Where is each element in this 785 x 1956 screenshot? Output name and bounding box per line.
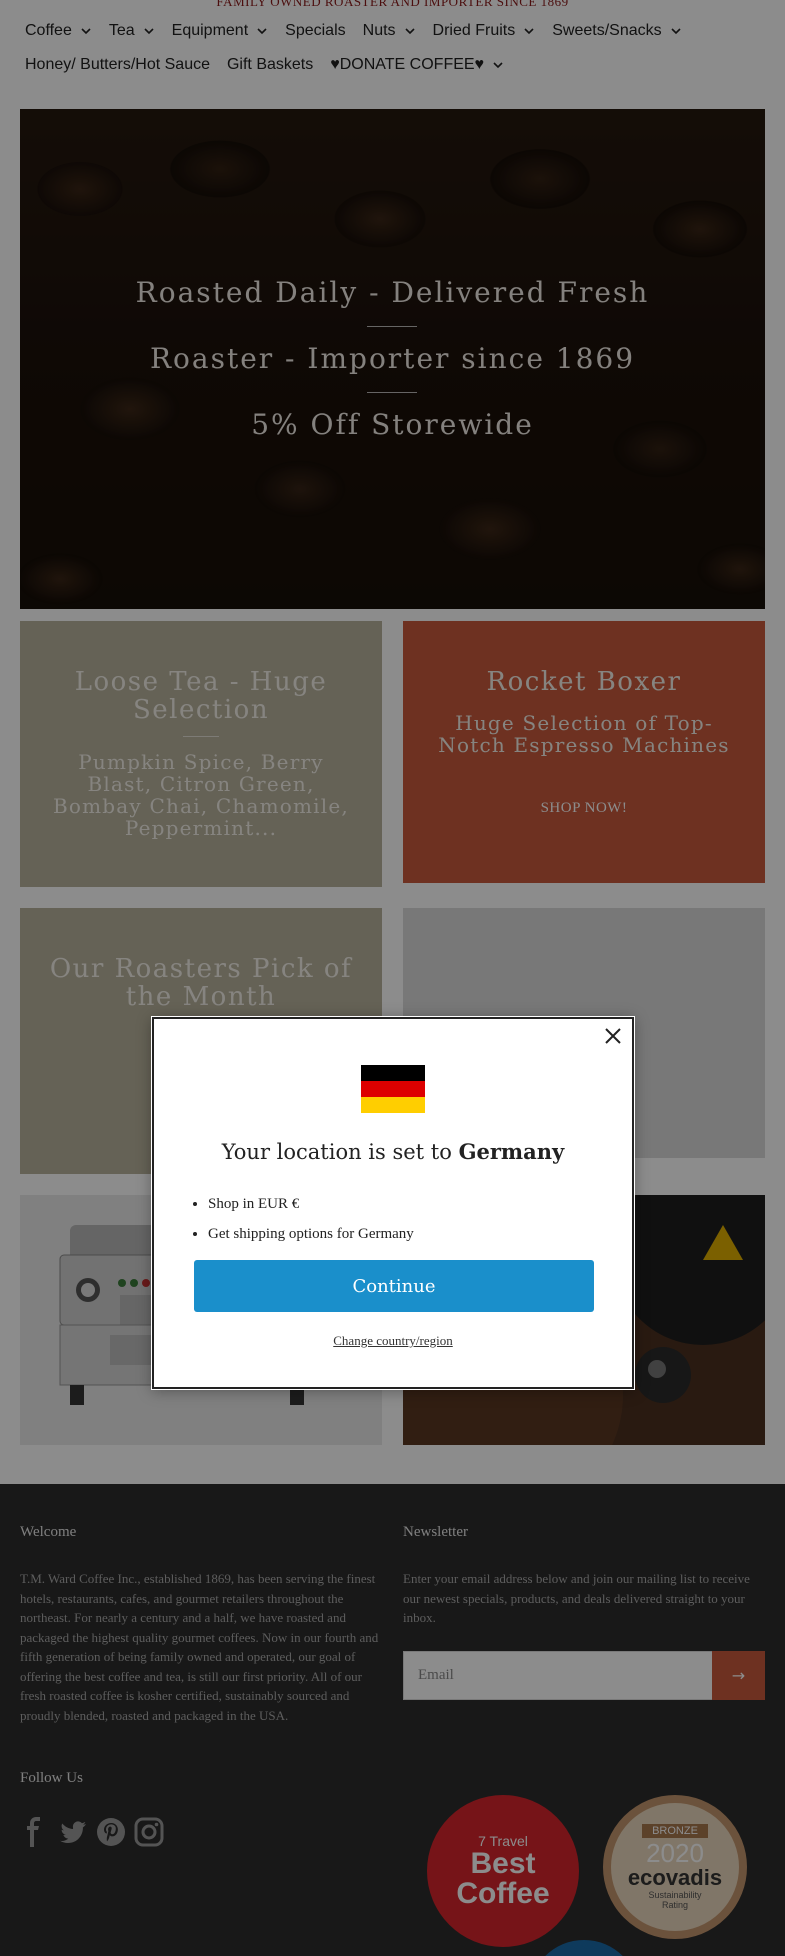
change-country-link[interactable]: Change country/region — [154, 1333, 632, 1349]
close-icon[interactable] — [604, 1027, 622, 1045]
germany-flag-icon — [361, 1065, 425, 1113]
list-item: Shop in EUR € — [208, 1189, 414, 1219]
flag-stripe — [361, 1065, 425, 1081]
modal-backdrop[interactable] — [0, 0, 785, 1956]
continue-button[interactable]: Continue — [194, 1260, 594, 1312]
flag-stripe — [361, 1097, 425, 1113]
page-root: FAMILY OWNED ROASTER AND IMPORTER SINCE … — [0, 0, 785, 1956]
flag-stripe — [361, 1081, 425, 1097]
modal-benefits-list: Shop in EUR € Get shipping options for G… — [208, 1189, 414, 1249]
location-modal: Your location is set to Germany Shop in … — [152, 1017, 634, 1389]
modal-title-prefix: Your location is set to — [221, 1140, 452, 1164]
modal-title: Your location is set to Germany — [154, 1139, 632, 1164]
list-item: Get shipping options for Germany — [208, 1219, 414, 1249]
modal-country: Germany — [458, 1139, 565, 1164]
